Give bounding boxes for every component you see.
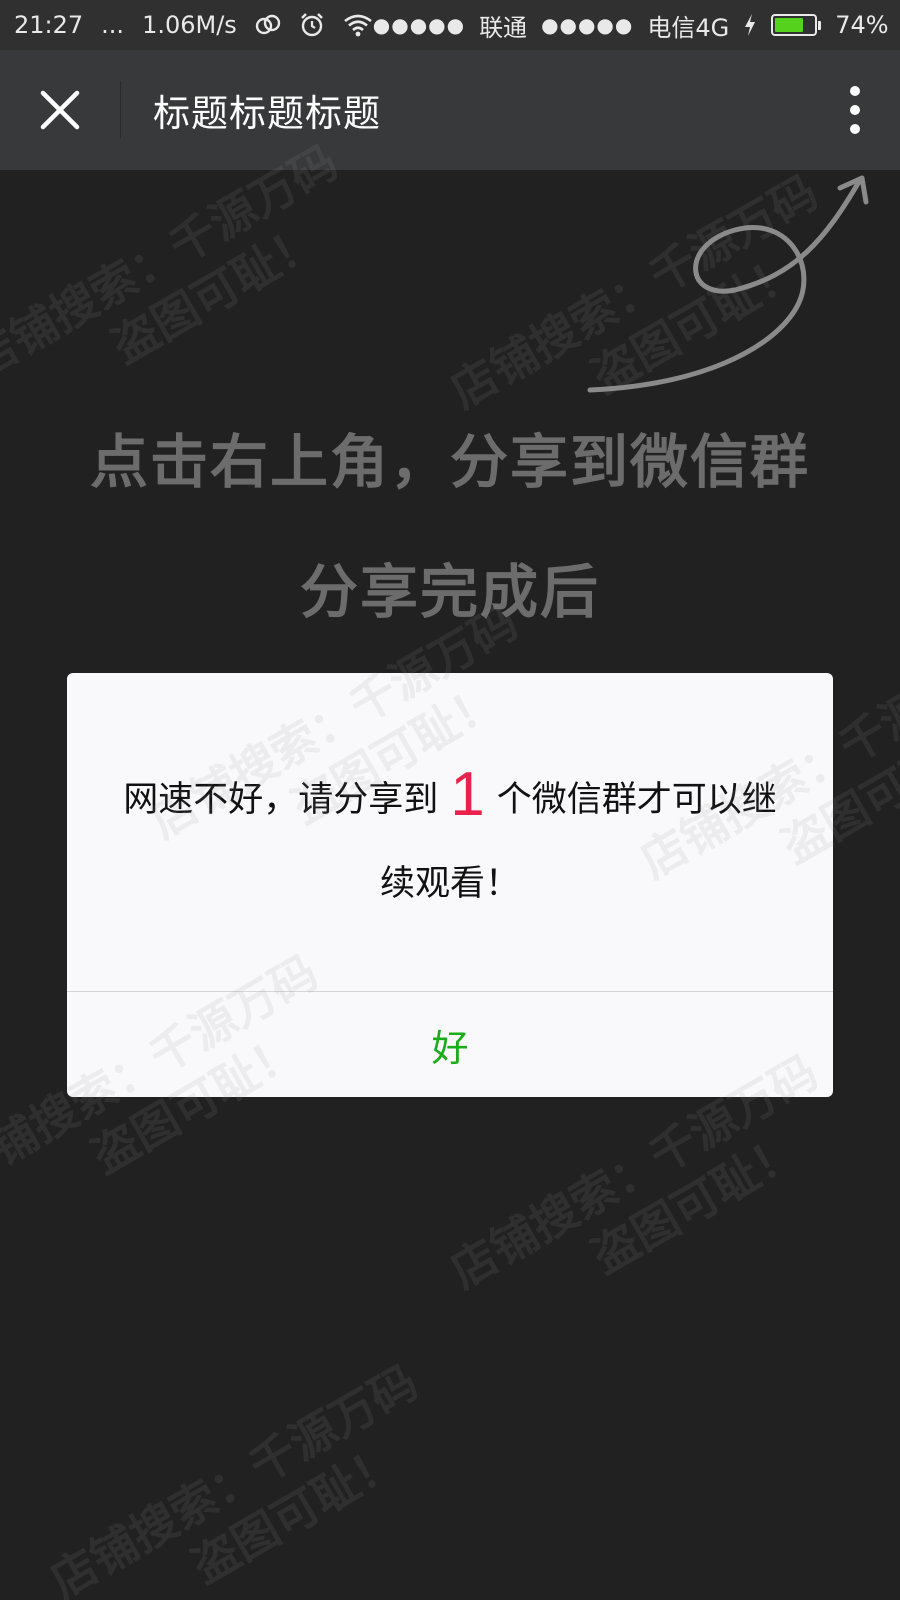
share-hint-line-2: 分享完成后 — [299, 558, 600, 626]
more-button[interactable] — [810, 50, 900, 170]
alarm-clock-icon — [299, 12, 325, 38]
battery-fill — [775, 18, 804, 32]
status-bar-right: ●●●●● 联通 ●●●●● 电信4G 74% — [373, 8, 889, 43]
page-title: 标题标题标题 — [153, 92, 381, 135]
nav-bar: 标题标题标题 — [0, 50, 900, 170]
carrier1-name: 联通 — [479, 13, 528, 42]
sync-icon — [255, 13, 281, 37]
status-network-speed: 1.06M/s — [142, 11, 237, 39]
carrier2-name: 电信4G — [647, 13, 730, 42]
status-bar: 21:27 ... 1.06M/s ●●●●● 联通 ●●●●● 电信4G 74… — [0, 0, 900, 50]
curved-arrow-icon — [587, 175, 869, 393]
wifi-icon — [343, 13, 373, 37]
close-icon — [40, 90, 80, 130]
dialog-share-count: 1 — [450, 760, 485, 829]
screen: 21:27 ... 1.06M/s ●●●●● 联通 ●●●●● 电信4G 74… — [0, 0, 900, 1600]
close-button[interactable] — [0, 50, 120, 170]
ok-button[interactable]: 好 — [67, 992, 833, 1097]
battery-icon — [771, 14, 822, 36]
dialog-message-before: 网速不好，请分享到 — [123, 780, 439, 820]
charging-bolt-icon — [743, 13, 757, 37]
battery-percent: 74% — [835, 11, 889, 39]
carrier1-signal-icon: ●●●●● — [372, 13, 466, 37]
more-vertical-icon — [850, 86, 860, 134]
carrier2-signal-icon: ●●●●● — [541, 13, 634, 37]
dialog-message: 网速不好，请分享到 1 个微信群才可以继续观看！ — [107, 753, 793, 926]
status-time: 21:27 — [14, 11, 84, 39]
status-bar-left: 21:27 ... 1.06M/s — [14, 11, 373, 39]
alert-dialog: 网速不好，请分享到 1 个微信群才可以继续观看！ 好 — [67, 673, 833, 1097]
share-hint-line-1: 点击右上角，分享到微信群 — [89, 428, 810, 496]
status-more-dots: ... — [101, 11, 125, 39]
